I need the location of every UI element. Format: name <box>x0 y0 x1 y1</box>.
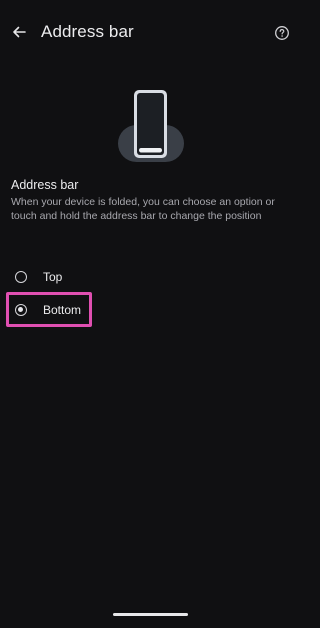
radio-option-top[interactable]: Top <box>9 262 129 292</box>
radio-unchecked-icon[interactable] <box>15 271 27 283</box>
phone-bottom-bar-illustration <box>118 90 184 162</box>
radio-checked-icon[interactable] <box>15 304 27 316</box>
section-description: When your device is folded, you can choo… <box>11 196 275 222</box>
settings-screen: Address bar Address bar When your device… <box>0 0 301 628</box>
back-button[interactable] <box>6 19 32 45</box>
page-title: Address bar <box>41 22 134 41</box>
radio-label-top: Top <box>43 270 63 284</box>
help-button[interactable] <box>269 20 295 46</box>
radio-label-bottom: Bottom <box>43 303 82 317</box>
top-app-bar: Address bar <box>0 0 301 64</box>
help-circle-icon <box>275 26 289 40</box>
section-title: Address bar <box>11 178 79 192</box>
gesture-navigation-handle[interactable] <box>113 613 188 616</box>
radio-option-bottom[interactable]: Bottom <box>9 295 89 325</box>
arrow-back-icon <box>13 26 26 38</box>
